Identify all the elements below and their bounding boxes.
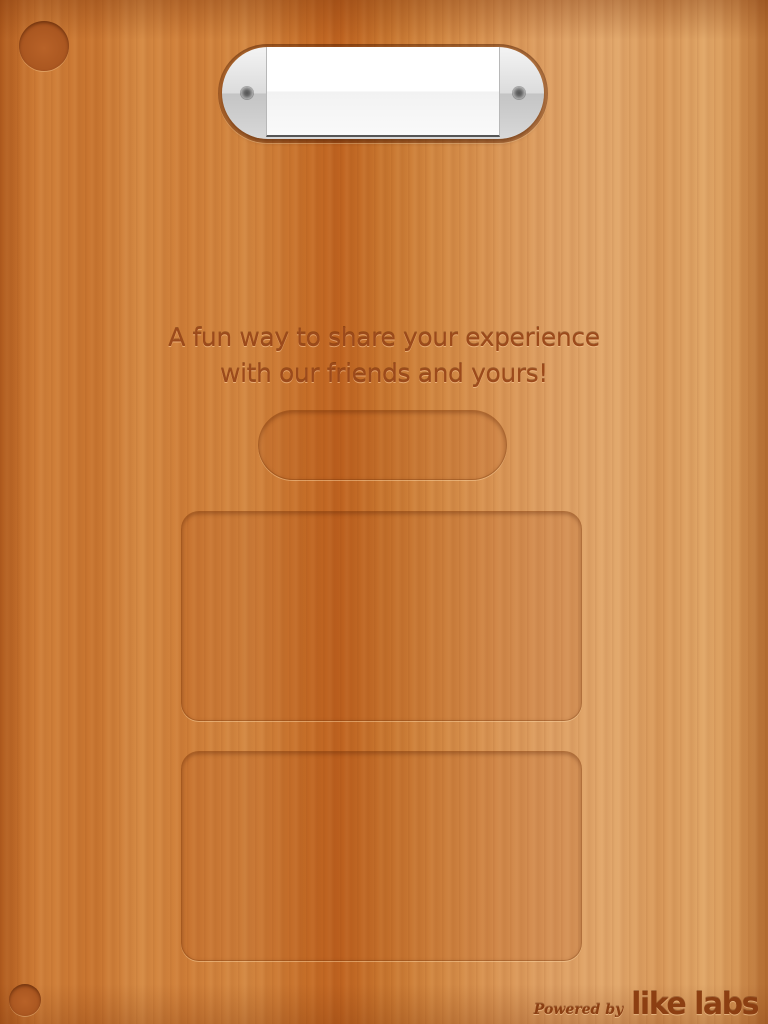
tagline: A fun way to share your experience with … (100, 320, 668, 392)
powered-by-label: Powered by (533, 1002, 624, 1018)
mounting-hole-bottom (9, 984, 41, 1016)
share-panel-top[interactable] (181, 511, 582, 721)
tagline-line-2: with our friends and yours! (220, 359, 548, 388)
primary-action-button[interactable] (258, 410, 507, 480)
nameplate (222, 47, 544, 139)
brand-logo: like labs (631, 987, 759, 1022)
powered-by-credit: Powered by like labs (533, 987, 760, 1022)
mounting-hole-top (19, 21, 69, 71)
screw-icon (241, 87, 253, 99)
nameplate-label (266, 47, 500, 137)
share-panel-bottom[interactable] (181, 751, 582, 961)
tagline-line-1: A fun way to share your experience (168, 323, 600, 352)
screw-icon (513, 87, 525, 99)
